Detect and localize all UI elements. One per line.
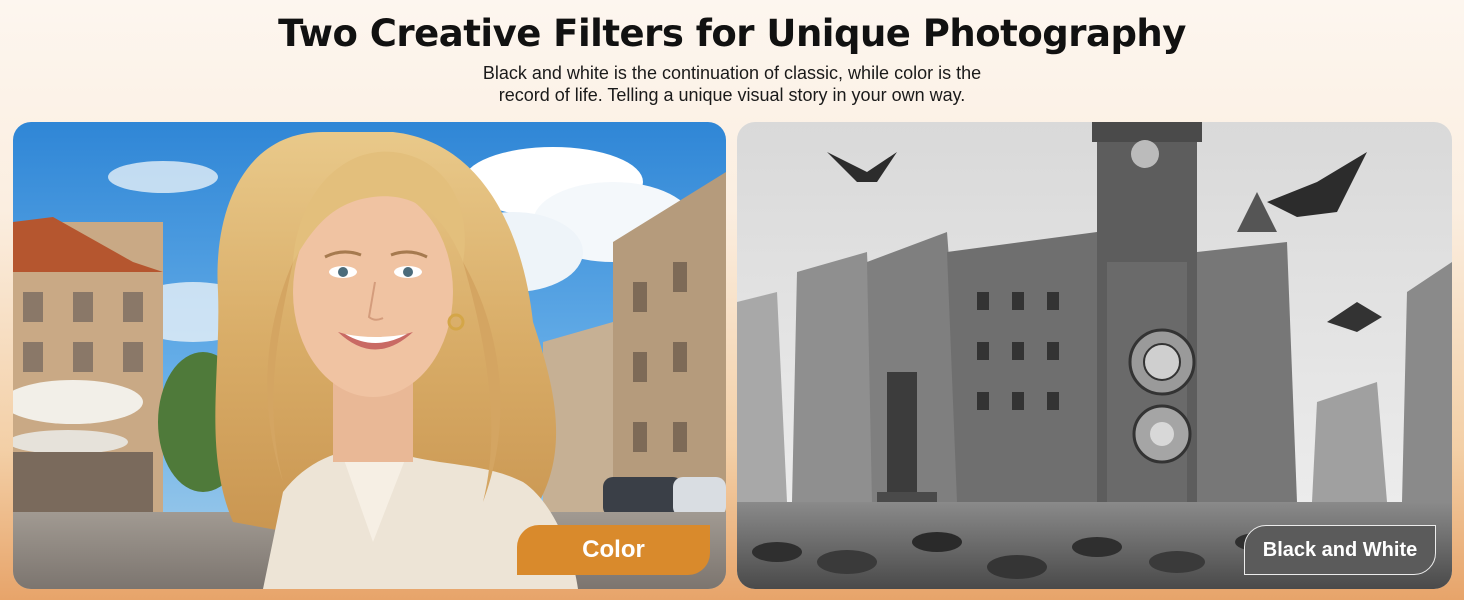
color-photo-panel: Color	[13, 122, 726, 589]
page-title: Two Creative Filters for Unique Photogra…	[278, 12, 1186, 55]
subtitle-line-2: record of life. Telling a unique visual …	[498, 85, 966, 105]
color-portrait-image	[13, 122, 726, 589]
bw-photo-panel: Black and White	[737, 122, 1452, 589]
bw-filter-label: Black and White	[1244, 525, 1436, 575]
subtitle-line-1: Black and white is the continuation of c…	[482, 63, 982, 83]
page-subtitle: Black and white is the continuation of c…	[432, 62, 1032, 106]
bw-square-image	[737, 122, 1452, 589]
color-filter-label: Color	[517, 525, 710, 575]
